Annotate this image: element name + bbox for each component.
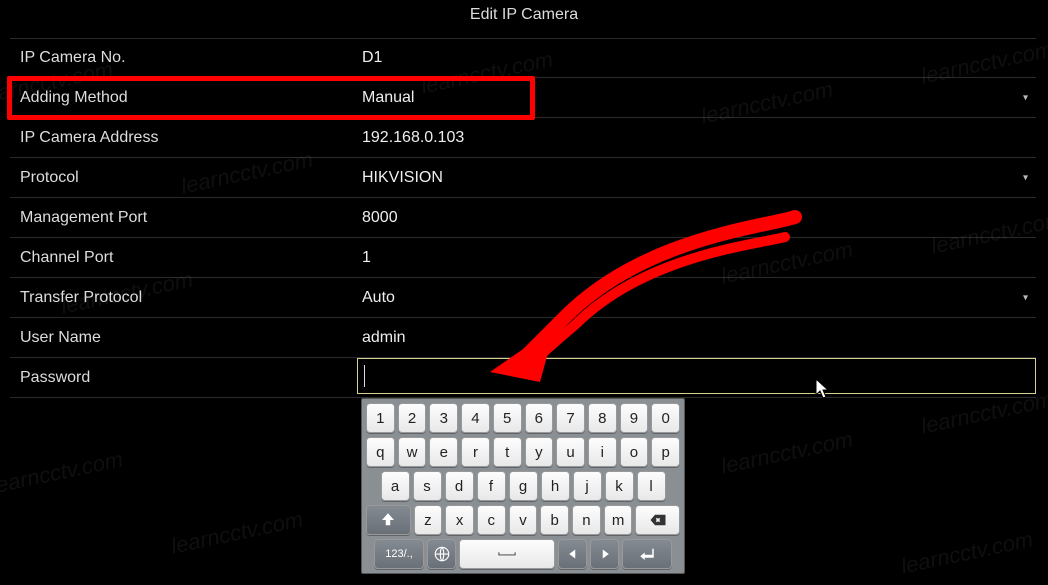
key-o[interactable]: o	[620, 437, 649, 467]
password-input[interactable]	[357, 358, 1036, 394]
value-channel-port[interactable]: 1	[356, 249, 1036, 267]
key-q[interactable]: q	[366, 437, 395, 467]
key-globe[interactable]	[427, 539, 456, 569]
enter-icon	[638, 545, 656, 563]
globe-icon	[433, 545, 451, 563]
watermark: learncctv.com	[899, 526, 1036, 579]
dialog-title: Edit IP Camera	[0, 6, 1048, 24]
key-h[interactable]: h	[541, 471, 570, 501]
keyboard-row-4: z x c v b n m	[366, 505, 680, 535]
key-n[interactable]: n	[572, 505, 601, 535]
key-x[interactable]: x	[445, 505, 474, 535]
key-3[interactable]: 3	[429, 403, 458, 433]
key-i[interactable]: i	[588, 437, 617, 467]
key-s[interactable]: s	[413, 471, 442, 501]
key-arrow-right[interactable]	[590, 539, 619, 569]
label-user-name: User Name	[10, 329, 356, 347]
label-protocol: Protocol	[10, 169, 356, 187]
key-k[interactable]: k	[605, 471, 634, 501]
value-mgmt-port[interactable]: 8000	[356, 209, 1036, 227]
watermark: learncctv.com	[719, 426, 856, 479]
key-arrow-left[interactable]	[558, 539, 587, 569]
label-camera-no: IP Camera No.	[10, 49, 356, 67]
key-9[interactable]: 9	[620, 403, 649, 433]
chevron-down-icon: ▾	[1023, 172, 1028, 183]
label-transfer-protocol: Transfer Protocol	[10, 289, 356, 307]
key-g[interactable]: g	[509, 471, 538, 501]
label-password: Password	[10, 369, 356, 387]
key-l[interactable]: l	[637, 471, 666, 501]
value-ip-address[interactable]: 192.168.0.103	[356, 129, 1036, 147]
label-ip-address: IP Camera Address	[10, 129, 356, 147]
key-6[interactable]: 6	[525, 403, 554, 433]
key-2[interactable]: 2	[398, 403, 427, 433]
row-camera-no: IP Camera No. D1	[10, 38, 1036, 78]
watermark: learncctv.com	[169, 506, 306, 559]
key-c[interactable]: c	[477, 505, 506, 535]
keyboard-row-2: q w e r t y u i o p	[366, 437, 680, 467]
row-protocol: Protocol HIKVISION ▾	[10, 158, 1036, 198]
key-m[interactable]: m	[604, 505, 633, 535]
keyboard-row-5: 123/.,	[366, 539, 680, 569]
key-f[interactable]: f	[477, 471, 506, 501]
chevron-down-icon: ▾	[1023, 292, 1028, 303]
space-icon	[498, 545, 516, 563]
value-protocol[interactable]: HIKVISION ▾	[356, 169, 1036, 187]
backspace-icon	[649, 511, 667, 529]
value-camera-no[interactable]: D1	[356, 49, 1036, 67]
label-adding-method: Adding Method	[10, 89, 356, 107]
key-r[interactable]: r	[461, 437, 490, 467]
shift-icon	[379, 511, 397, 529]
key-y[interactable]: y	[525, 437, 554, 467]
row-user-name: User Name admin	[10, 318, 1036, 358]
chevron-down-icon: ▾	[1023, 92, 1028, 103]
key-b[interactable]: b	[540, 505, 569, 535]
arrow-left-icon	[564, 545, 582, 563]
key-j[interactable]: j	[573, 471, 602, 501]
label-channel-port: Channel Port	[10, 249, 356, 267]
row-adding-method: Adding Method Manual ▾	[10, 78, 1036, 118]
text-cursor	[364, 365, 365, 387]
key-w[interactable]: w	[398, 437, 427, 467]
row-mgmt-port: Management Port 8000	[10, 198, 1036, 238]
on-screen-keyboard: 1 2 3 4 5 6 7 8 9 0 q w e r t y u i o p …	[361, 398, 685, 574]
key-enter[interactable]	[622, 539, 672, 569]
label-mgmt-port: Management Port	[10, 209, 356, 227]
key-space[interactable]	[459, 539, 555, 569]
key-0[interactable]: 0	[651, 403, 680, 433]
value-adding-method[interactable]: Manual ▾	[356, 89, 1036, 107]
key-u[interactable]: u	[556, 437, 585, 467]
key-z[interactable]: z	[414, 505, 443, 535]
key-a[interactable]: a	[381, 471, 410, 501]
key-t[interactable]: t	[493, 437, 522, 467]
key-backspace[interactable]	[635, 505, 680, 535]
key-7[interactable]: 7	[556, 403, 585, 433]
key-1[interactable]: 1	[366, 403, 395, 433]
value-user-name[interactable]: admin	[356, 329, 1036, 347]
key-5[interactable]: 5	[493, 403, 522, 433]
key-p[interactable]: p	[651, 437, 680, 467]
keyboard-row-1: 1 2 3 4 5 6 7 8 9 0	[366, 403, 680, 433]
row-channel-port: Channel Port 1	[10, 238, 1036, 278]
key-v[interactable]: v	[509, 505, 538, 535]
arrow-right-icon	[596, 545, 614, 563]
value-transfer-protocol[interactable]: Auto ▾	[356, 289, 1036, 307]
keyboard-row-3: a s d f g h j k l	[366, 471, 680, 501]
form: IP Camera No. D1 Adding Method Manual ▾ …	[10, 38, 1036, 398]
key-e[interactable]: e	[429, 437, 458, 467]
key-shift[interactable]	[366, 505, 411, 535]
key-d[interactable]: d	[445, 471, 474, 501]
row-transfer-protocol: Transfer Protocol Auto ▾	[10, 278, 1036, 318]
watermark: learncctv.com	[0, 446, 125, 499]
row-ip-address: IP Camera Address 192.168.0.103	[10, 118, 1036, 158]
key-4[interactable]: 4	[461, 403, 490, 433]
key-symbols[interactable]: 123/.,	[374, 539, 424, 569]
key-8[interactable]: 8	[588, 403, 617, 433]
